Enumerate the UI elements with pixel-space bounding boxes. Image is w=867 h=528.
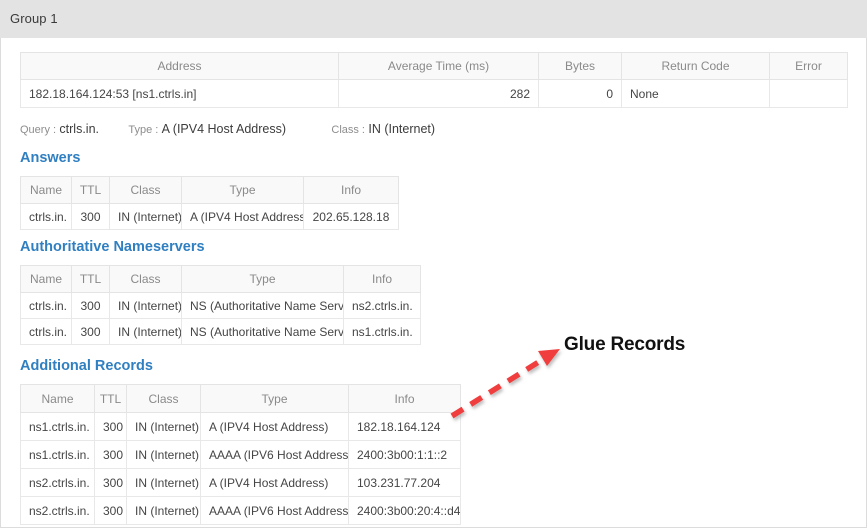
answers-col-ttl: TTL	[71, 176, 110, 204]
table-row: ns1.ctrls.in. 300 IN (Internet) AAAA (IP…	[20, 440, 461, 469]
additional-col-info: Info	[348, 384, 461, 413]
summary-col-bytes: Bytes	[538, 52, 622, 80]
class-label: Class :	[331, 124, 365, 136]
additional-cell-info: 182.18.164.124	[348, 412, 461, 441]
summary-col-average-time: Average Time (ms)	[338, 52, 539, 80]
authoritative-nameservers-table: Name TTL Class Type Info ctrls.in. 300 I…	[20, 265, 421, 345]
additional-cell-name: ns2.ctrls.in.	[20, 496, 95, 525]
additional-cell-type: A (IPV4 Host Address)	[200, 412, 349, 441]
section-heading-authoritative-nameservers: Authoritative Nameservers	[20, 239, 205, 255]
additional-col-type: Type	[200, 384, 349, 413]
summary-col-return-code: Return Code	[621, 52, 770, 80]
summary-cell-return-code: None	[621, 79, 770, 108]
summary-cell-bytes: 0	[538, 79, 622, 108]
summary-cell-address: 182.18.164.124:53 [ns1.ctrls.in]	[20, 79, 339, 108]
table-row: 182.18.164.124:53 [ns1.ctrls.in] 282 0 N…	[20, 79, 848, 108]
table-row: ns2.ctrls.in. 300 IN (Internet) A (IPV4 …	[20, 468, 461, 497]
additional-col-class: Class	[126, 384, 201, 413]
group-title: Group 1	[10, 11, 58, 26]
additional-cell-name: ns2.ctrls.in.	[20, 468, 95, 497]
type-segment: Type : A (IPV4 Host Address)	[128, 122, 286, 136]
answers-table-header-row: Name TTL Class Type Info	[20, 176, 399, 204]
additional-cell-info: 103.231.77.204	[348, 468, 461, 497]
answers-cell-class: IN (Internet)	[109, 203, 182, 230]
answers-cell-ttl: 300	[71, 203, 110, 230]
section-heading-answers: Answers	[20, 150, 81, 166]
group-header-bar: Group 1	[0, 0, 867, 38]
answers-table: Name TTL Class Type Info ctrls.in. 300 I…	[20, 176, 399, 230]
type-label: Type :	[128, 124, 159, 136]
summary-col-error: Error	[769, 52, 848, 80]
answers-col-name: Name	[20, 176, 72, 204]
summary-col-address: Address	[20, 52, 339, 80]
answers-col-class: Class	[109, 176, 182, 204]
additional-col-ttl: TTL	[94, 384, 127, 413]
summary-table-header-row: Address Average Time (ms) Bytes Return C…	[20, 52, 848, 80]
additional-cell-info: 2400:3b00:20:4::d4	[348, 496, 461, 525]
summary-cell-error	[769, 79, 848, 108]
auth-cell-ttl: 300	[71, 318, 110, 345]
answers-col-info: Info	[303, 176, 399, 204]
auth-cell-class: IN (Internet)	[109, 318, 182, 345]
panel-body: Address Average Time (ms) Bytes Return C…	[0, 38, 867, 528]
additional-cell-class: IN (Internet)	[126, 468, 201, 497]
class-value: IN (Internet)	[368, 122, 436, 136]
auth-col-ttl: TTL	[71, 265, 110, 293]
auth-cell-info: ns1.ctrls.in.	[343, 318, 421, 345]
auth-cell-name: ctrls.in.	[20, 318, 72, 345]
table-row: ns1.ctrls.in. 300 IN (Internet) A (IPV4 …	[20, 412, 461, 441]
table-row: ctrls.in. 300 IN (Internet) NS (Authorit…	[20, 318, 421, 345]
auth-cell-type: NS (Authoritative Name Server)	[181, 292, 344, 319]
auth-col-name: Name	[20, 265, 72, 293]
additional-cell-ttl: 300	[94, 412, 127, 441]
additional-cell-class: IN (Internet)	[126, 412, 201, 441]
additional-cell-type: AAAA (IPV6 Host Address)	[200, 440, 349, 469]
auth-col-info: Info	[343, 265, 421, 293]
table-row: ns2.ctrls.in. 300 IN (Internet) AAAA (IP…	[20, 496, 461, 525]
additional-cell-name: ns1.ctrls.in.	[20, 440, 95, 469]
answers-cell-info: 202.65.128.18	[303, 203, 399, 230]
query-label: Query :	[20, 124, 57, 136]
additional-cell-info: 2400:3b00:1:1::2	[348, 440, 461, 469]
summary-table: Address Average Time (ms) Bytes Return C…	[20, 52, 848, 108]
additional-table-header-row: Name TTL Class Type Info	[20, 384, 461, 413]
additional-cell-ttl: 300	[94, 440, 127, 469]
section-heading-additional-records: Additional Records	[20, 358, 153, 374]
query-segment: Query : ctrls.in.	[20, 122, 99, 136]
class-segment: Class : IN (Internet)	[331, 122, 435, 136]
additional-cell-ttl: 300	[94, 468, 127, 497]
auth-col-type: Type	[181, 265, 344, 293]
table-row: ctrls.in. 300 IN (Internet) NS (Authorit…	[20, 292, 421, 319]
additional-cell-type: A (IPV4 Host Address)	[200, 468, 349, 497]
additional-cell-name: ns1.ctrls.in.	[20, 412, 95, 441]
answers-col-type: Type	[181, 176, 304, 204]
auth-col-class: Class	[109, 265, 182, 293]
additional-cell-class: IN (Internet)	[126, 440, 201, 469]
answers-cell-type: A (IPV4 Host Address)	[181, 203, 304, 230]
auth-cell-class: IN (Internet)	[109, 292, 182, 319]
additional-cell-class: IN (Internet)	[126, 496, 201, 525]
additional-records-table: Name TTL Class Type Info ns1.ctrls.in. 3…	[20, 384, 461, 525]
query-value: ctrls.in.	[59, 122, 100, 136]
additional-cell-ttl: 300	[94, 496, 127, 525]
table-row: ctrls.in. 300 IN (Internet) A (IPV4 Host…	[20, 203, 399, 230]
type-value: A (IPV4 Host Address)	[161, 122, 287, 136]
additional-col-name: Name	[20, 384, 95, 413]
additional-cell-type: AAAA (IPV6 Host Address)	[200, 496, 349, 525]
answers-cell-name: ctrls.in.	[20, 203, 72, 230]
dns-lookup-panel: Group 1 Address Average Time (ms) Bytes …	[0, 0, 867, 528]
auth-cell-info: ns2.ctrls.in.	[343, 292, 421, 319]
auth-table-header-row: Name TTL Class Type Info	[20, 265, 421, 293]
query-meta-line: Query : ctrls.in. Type : A (IPV4 Host Ad…	[20, 122, 435, 136]
auth-cell-name: ctrls.in.	[20, 292, 72, 319]
summary-cell-average-time: 282	[338, 79, 539, 108]
auth-cell-ttl: 300	[71, 292, 110, 319]
auth-cell-type: NS (Authoritative Name Server)	[181, 318, 344, 345]
